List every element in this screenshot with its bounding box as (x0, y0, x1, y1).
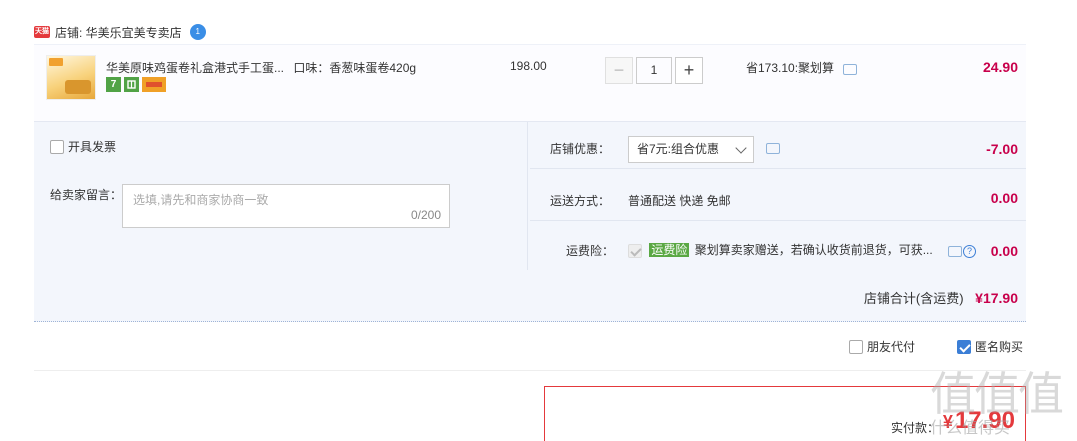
promo-selected: 省7元:组合优惠 (637, 142, 720, 156)
anonymous-checkbox[interactable] (957, 339, 971, 354)
promo-select[interactable]: 省7元:组合优惠 (628, 136, 754, 163)
item-subtotal: 24.90 (982, 59, 1018, 75)
shop-header: 天猫 店铺: 华美乐宜美专卖店 1 (34, 22, 206, 42)
service-icons: 7 (106, 77, 166, 92)
item-row: 华美原味鸡蛋卷礼盒港式手工蛋... 口味：香葱味蛋卷420g 7 198.00 … (34, 44, 1026, 122)
promo-label: 店铺优惠： (550, 142, 611, 156)
qty-plus-button[interactable]: + (675, 57, 703, 84)
unit-price: 198.00 (510, 59, 547, 73)
order-options: 开具发票 给卖家留言： 选填,请先和商家协商一致 0/200 店铺优惠： 省7元… (34, 122, 1026, 270)
friend-pay-checkbox[interactable] (849, 339, 863, 354)
invoice-option[interactable]: 开具发票 (50, 138, 116, 155)
product-thumbnail[interactable] (46, 55, 96, 100)
shipping-row: 运送方式： 普通配送 快递 免邮 0.00 (530, 170, 1026, 221)
watermark-site: 什么值得买 (930, 420, 1011, 437)
ins-label: 运费险： (566, 244, 615, 258)
friend-pay-option[interactable]: 朋友代付 (849, 338, 915, 355)
thumb-roll (65, 80, 91, 94)
ins-info: 运费险 聚划算卖家赠送，若确认收货前退货，可获... (628, 241, 933, 258)
ins-tag: 运费险 (649, 243, 690, 257)
promo-message-icon[interactable] (766, 143, 780, 154)
tmall-icon: 天猫 (34, 26, 50, 38)
seven-day-return-icon[interactable]: 7 (106, 77, 121, 92)
thumb-tag (49, 58, 63, 66)
message-placeholder: 选填,请先和商家协商一致 (133, 193, 269, 207)
saving-info: 省173.10:聚划算 (746, 59, 858, 76)
ins-value: 0.00 (990, 243, 1018, 259)
message-label: 给卖家留言： (50, 188, 123, 202)
invoice-label: 开具发票 (68, 140, 117, 154)
ins-message-icon[interactable] (948, 246, 962, 257)
seller-message-input[interactable]: 选填,请先和商家协商一致 0/200 (122, 184, 450, 228)
product-title[interactable]: 华美原味鸡蛋卷礼盒港式手工蛋... (106, 61, 284, 75)
ship-method[interactable]: 普通配送 快递 免邮 (628, 192, 731, 209)
promo-row: 店铺优惠： 省7元:组合优惠 -7.00 (530, 122, 1026, 169)
chevron-down-icon (735, 142, 747, 154)
qty-input[interactable]: 1 (636, 57, 672, 84)
shop-total-value: ¥17.90 (975, 290, 1018, 306)
friend-pay-label: 朋友代付 (867, 340, 916, 354)
wangwang-icon[interactable]: 1 (189, 24, 206, 40)
ins-checkbox (628, 243, 642, 258)
quantity-stepper: − 1 + (605, 57, 703, 84)
insurance-row: 运费险： 运费险 聚划算卖家赠送，若确认收货前退货，可获... ? 0.00 (530, 222, 1026, 269)
product-flavor: 口味：香葱味蛋卷420g (293, 61, 417, 75)
invoice-checkbox[interactable] (50, 139, 64, 154)
divider (34, 370, 1026, 371)
shop-total: 店铺合计(含运费) ¥17.90 (864, 288, 1018, 307)
qty-minus-button[interactable]: − (605, 57, 633, 84)
help-icon[interactable]: ? (963, 245, 976, 258)
credit-card-icon[interactable] (142, 77, 166, 92)
message-icon[interactable] (843, 64, 858, 75)
options-left: 开具发票 给卖家留言： 选填,请先和商家协商一致 0/200 (34, 122, 528, 270)
product-title-line: 华美原味鸡蛋卷礼盒港式手工蛋... 口味：香葱味蛋卷420g (106, 59, 416, 76)
anonymous-label: 匿名购买 (975, 340, 1024, 354)
ship-label: 运送方式： (550, 194, 611, 208)
ins-text: 聚划算卖家赠送，若确认收货前退货，可获... (694, 243, 933, 257)
guarantee-icon[interactable] (124, 77, 139, 92)
promo-value: -7.00 (986, 141, 1018, 157)
shop-name[interactable]: 店铺: 华美乐宜美专卖店 (55, 24, 182, 41)
shop-total-label: 店铺合计(含运费) (863, 291, 964, 306)
anonymous-option[interactable]: 匿名购买 (957, 338, 1023, 355)
ship-value: 0.00 (990, 190, 1018, 206)
shop-total-bar: 店铺合计(含运费) ¥17.90 (34, 270, 1026, 322)
saving-text: 省173.10:聚划算 (746, 61, 835, 75)
message-char-count: 0/200 (410, 208, 441, 222)
